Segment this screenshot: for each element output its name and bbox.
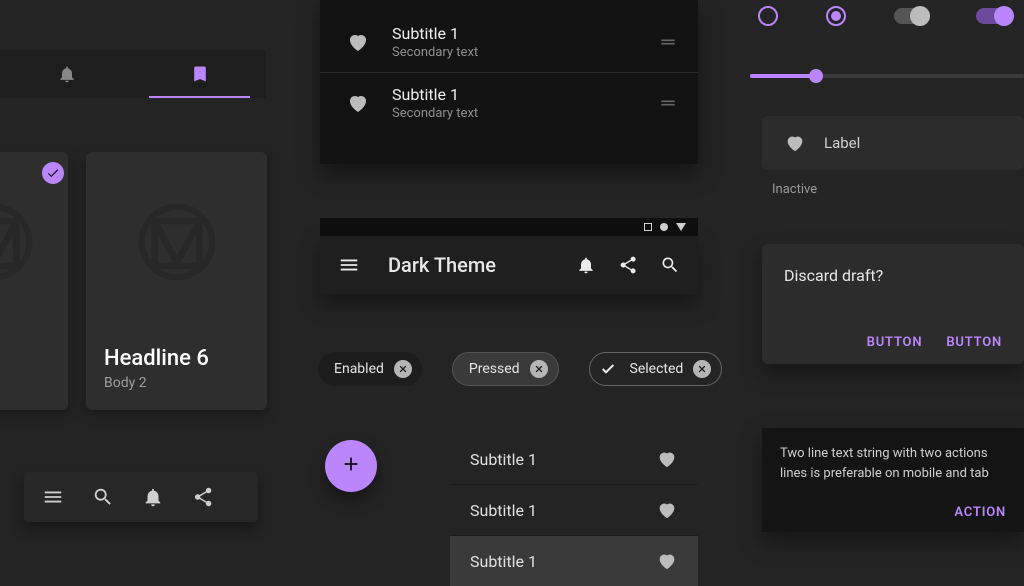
heart-icon bbox=[346, 30, 370, 54]
chip-label: Selected bbox=[630, 361, 684, 377]
drag-handle-icon[interactable] bbox=[658, 93, 678, 113]
bell-icon[interactable] bbox=[576, 255, 596, 275]
chip-enabled[interactable]: Enabled bbox=[318, 352, 422, 386]
chip-pressed[interactable]: Pressed bbox=[452, 352, 559, 386]
bottom-app-bar bbox=[24, 472, 258, 522]
snackbar: Two line text string with two actions li… bbox=[762, 428, 1024, 532]
search-icon[interactable] bbox=[92, 486, 114, 508]
snackbar-action[interactable]: ACTION bbox=[954, 505, 1006, 520]
dialog: Discard draft? BUTTON BUTTON bbox=[762, 244, 1024, 364]
close-icon[interactable] bbox=[394, 360, 412, 378]
dialog-button-1[interactable]: BUTTON bbox=[867, 335, 923, 350]
status-triangle-icon bbox=[676, 223, 686, 231]
controls-row bbox=[758, 6, 1010, 26]
heart-icon bbox=[346, 91, 370, 115]
list-row[interactable]: Subtitle 1 Secondary text bbox=[320, 72, 698, 133]
bookmark-icon bbox=[190, 64, 210, 84]
card-1[interactable]: 6 bbox=[0, 152, 68, 410]
status-strip bbox=[320, 218, 698, 236]
plus-icon bbox=[340, 453, 362, 479]
material-logo-icon bbox=[0, 202, 34, 282]
list-row[interactable]: Subtitle 1 Secondary text bbox=[320, 12, 698, 72]
check-icon bbox=[600, 361, 616, 377]
label-chip-status: Inactive bbox=[772, 182, 817, 197]
app-bar-wrap: Dark Theme bbox=[320, 218, 698, 294]
card-2-media bbox=[86, 152, 267, 332]
chip-label: Enabled bbox=[334, 361, 384, 377]
heart-icon bbox=[784, 132, 806, 154]
list-row-title: Subtitle 1 bbox=[392, 85, 658, 104]
list-item[interactable]: Subtitle 1 bbox=[450, 535, 698, 586]
fab-add[interactable] bbox=[325, 440, 377, 492]
card-2[interactable]: Headline 6 Body 2 bbox=[86, 152, 267, 410]
heart-icon[interactable] bbox=[656, 550, 678, 572]
share-icon[interactable] bbox=[618, 255, 638, 275]
chip-selected[interactable]: Selected bbox=[589, 352, 723, 386]
heart-icon[interactable] bbox=[656, 448, 678, 470]
card-2-headline: Headline 6 bbox=[104, 346, 249, 371]
tab-notifications[interactable] bbox=[0, 50, 133, 98]
snackbar-text: Two line text string with two actions li… bbox=[780, 444, 1006, 483]
list-item[interactable]: Subtitle 1 bbox=[450, 434, 698, 484]
chips-row: Enabled Pressed Selected bbox=[318, 352, 722, 386]
tabs bbox=[0, 50, 266, 98]
tab-bookmarks[interactable] bbox=[133, 50, 266, 98]
chip-label: Pressed bbox=[469, 361, 520, 377]
list-item-title: Subtitle 1 bbox=[470, 552, 537, 571]
list-item-title: Subtitle 1 bbox=[470, 501, 537, 520]
check-badge-icon bbox=[42, 162, 64, 184]
slider-thumb[interactable] bbox=[809, 69, 823, 83]
label-chip[interactable]: Label bbox=[762, 116, 1024, 170]
list-panel: Subtitle 1 Secondary text Subtitle 1 Sec… bbox=[320, 0, 698, 164]
card-2-body: Body 2 bbox=[104, 375, 249, 391]
bell-icon[interactable] bbox=[142, 486, 164, 508]
search-icon[interactable] bbox=[660, 255, 680, 275]
app-bar-title: Dark Theme bbox=[388, 253, 554, 277]
material-logo-icon bbox=[137, 202, 217, 282]
radio-unchecked[interactable] bbox=[758, 6, 778, 26]
switch-on[interactable] bbox=[976, 8, 1010, 24]
share-icon[interactable] bbox=[192, 486, 214, 508]
bottom-list: Subtitle 1 Subtitle 1 Subtitle 1 bbox=[450, 434, 698, 586]
radio-checked[interactable] bbox=[826, 6, 846, 26]
dialog-title: Discard draft? bbox=[784, 266, 1002, 285]
status-circle-icon bbox=[660, 223, 668, 231]
menu-icon[interactable] bbox=[42, 486, 64, 508]
switch-off[interactable] bbox=[894, 8, 928, 24]
heart-icon[interactable] bbox=[656, 499, 678, 521]
drag-handle-icon[interactable] bbox=[658, 32, 678, 52]
status-square-icon bbox=[644, 223, 652, 231]
dialog-button-2[interactable]: BUTTON bbox=[946, 335, 1002, 350]
list-row-secondary: Secondary text bbox=[392, 45, 658, 60]
close-icon[interactable] bbox=[530, 360, 548, 378]
close-icon[interactable] bbox=[693, 360, 711, 378]
label-chip-text: Label bbox=[824, 134, 860, 152]
list-item-title: Subtitle 1 bbox=[470, 450, 537, 469]
slider[interactable] bbox=[750, 74, 1024, 78]
list-row-secondary: Secondary text bbox=[392, 106, 658, 121]
radio-dot-icon bbox=[831, 11, 841, 21]
app-bar: Dark Theme bbox=[320, 236, 698, 294]
slider-fill bbox=[750, 74, 816, 78]
menu-icon[interactable] bbox=[338, 254, 360, 276]
list-item[interactable]: Subtitle 1 bbox=[450, 484, 698, 535]
list-row-title: Subtitle 1 bbox=[392, 24, 658, 43]
card-1-headline: 6 bbox=[0, 346, 50, 371]
bell-icon bbox=[57, 64, 77, 84]
